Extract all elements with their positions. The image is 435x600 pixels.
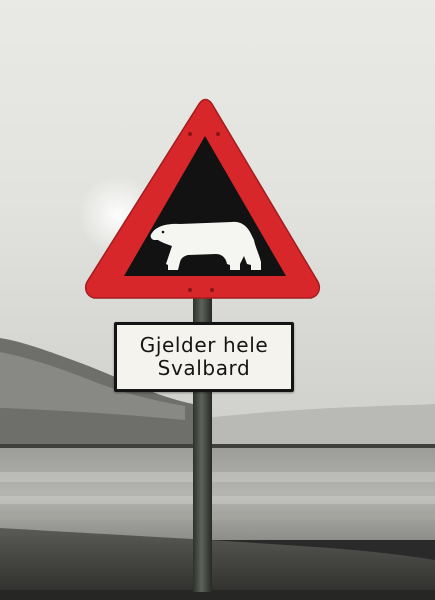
arctic-landscape-scene [0, 0, 435, 600]
sign-rivet [188, 288, 192, 292]
sub-sign-plate: Gjelder hele Svalbard [114, 322, 294, 392]
card-bottom-edge [0, 590, 435, 600]
sub-sign-line-1: Gjelder hele [139, 333, 269, 357]
sea-band [0, 472, 435, 482]
sea-band [0, 514, 435, 520]
sea [0, 448, 435, 540]
horizon-line [0, 444, 435, 448]
photo: Gjelder hele Svalbard [0, 0, 435, 600]
sign-rivet [216, 132, 220, 136]
sub-sign-line-2: Svalbard [157, 356, 251, 380]
sea-band [0, 496, 435, 504]
sign-rivet [188, 132, 192, 136]
sign-rivet [210, 288, 214, 292]
